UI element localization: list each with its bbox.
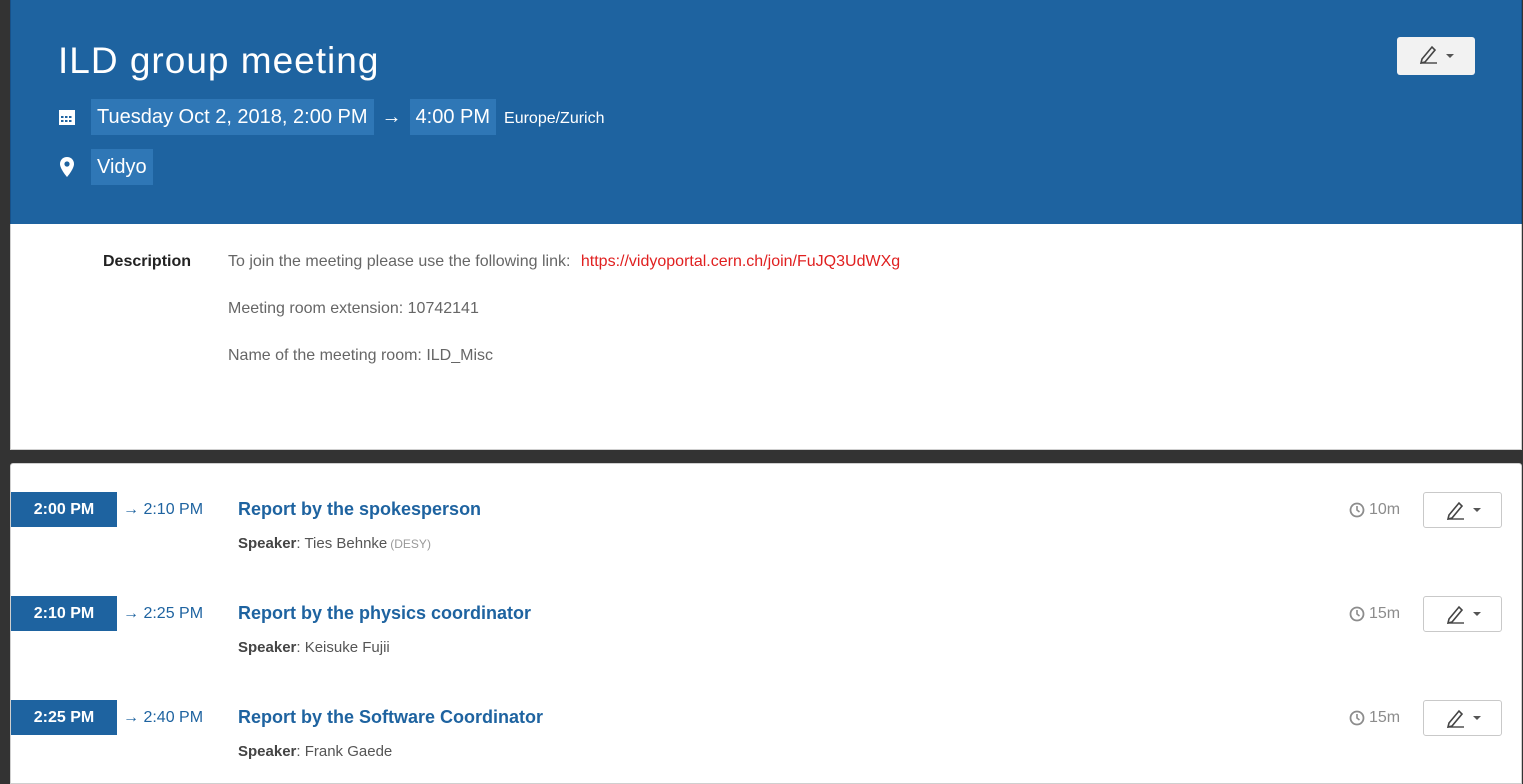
speaker-name: : Frank Gaede — [296, 743, 393, 760]
event-end-time: 4:00 PM — [409, 99, 497, 135]
clock-icon — [1349, 606, 1365, 622]
entry-end-time: → 2:40 PM — [123, 708, 204, 726]
speaker-label: Speaker — [238, 535, 297, 552]
date-arrow: → — [381, 105, 402, 128]
chevron-down-icon — [1446, 54, 1454, 58]
entry-edit-button[interactable] — [1423, 700, 1502, 736]
event-edit-button[interactable] — [1397, 37, 1475, 75]
description-label: Description — [103, 253, 192, 270]
map-marker-icon — [56, 156, 78, 178]
description-panel: Description To join the meeting please u… — [10, 224, 1522, 450]
entry-end-time: → 2:25 PM — [123, 604, 204, 622]
duration-text: 15m — [1369, 709, 1401, 726]
entry-end-time: → 2:10 PM — [123, 500, 204, 518]
entry-duration: 15m — [1349, 704, 1400, 732]
speaker-label: Speaker — [238, 639, 297, 656]
duration-text: 15m — [1369, 605, 1401, 622]
entry-edit-button[interactable] — [1423, 492, 1502, 528]
chevron-down-icon — [1472, 716, 1481, 720]
pencil-icon — [1446, 709, 1464, 728]
join-text: To join the meeting please use the follo… — [228, 253, 571, 270]
pencil-icon — [1418, 44, 1440, 69]
entry-speaker: Speaker: Frank Gaede — [238, 743, 392, 760]
chevron-down-icon — [1472, 508, 1481, 512]
entry-title-link[interactable]: Report by the Software Coordinator — [238, 707, 543, 728]
clock-icon — [1349, 710, 1365, 726]
clock-icon — [1349, 502, 1365, 518]
entry-title-link[interactable]: Report by the spokesperson — [238, 499, 481, 520]
event-title: ILD group meeting — [58, 40, 380, 81]
entry-start-time: 2:00 PM — [11, 492, 117, 527]
event-location[interactable]: Vidyo — [91, 149, 153, 185]
entry-duration: 15m — [1349, 600, 1400, 628]
speaker-label: Speaker — [238, 743, 297, 760]
speaker-name: : Ties Behnke — [296, 535, 388, 552]
event-date-row: Tuesday Oct 2, 2018, 2:00 PM → 4:00 PM E… — [56, 98, 605, 136]
timetable-panel: 2:00 PM → 2:10 PM Report by the spokespe… — [10, 463, 1522, 784]
event-timezone: Europe/Zurich — [504, 110, 605, 127]
event-page: ILD group meeting Tuesday Oct 2, 2018, 2… — [0, 0, 1523, 784]
entry-edit-button[interactable] — [1423, 596, 1502, 632]
entry-duration: 10m — [1349, 496, 1400, 524]
description-line-3: Name of the meeting room: ILD_Misc — [228, 347, 493, 364]
speaker-affiliation: (DESY) — [390, 537, 431, 551]
timetable-entry: 2:00 PM → 2:10 PM Report by the spokespe… — [11, 492, 1523, 572]
event-header: ILD group meeting Tuesday Oct 2, 2018, 2… — [10, 0, 1522, 224]
event-location-row: Vidyo — [56, 149, 153, 185]
entry-speaker: Speaker: Keisuke Fujii — [238, 639, 390, 656]
entry-speaker: Speaker: Ties Behnke (DESY) — [238, 535, 431, 552]
entry-title-link[interactable]: Report by the physics coordinator — [238, 603, 531, 624]
chevron-down-icon — [1472, 612, 1481, 616]
speaker-name: : Keisuke Fujii — [296, 639, 390, 656]
timetable-entry: 2:25 PM → 2:40 PM Report by the Software… — [11, 700, 1523, 780]
calendar-icon — [56, 106, 78, 128]
vidyo-join-link[interactable]: https://vidyoportal.cern.ch/join/FuJQ3Ud… — [581, 253, 900, 270]
event-start-date: Tuesday Oct 2, 2018, 2:00 PM — [91, 99, 374, 135]
pencil-icon — [1446, 605, 1464, 624]
description-line-2: Meeting room extension: 10742141 — [228, 300, 479, 317]
duration-text: 10m — [1369, 501, 1401, 518]
timetable-entry: 2:10 PM → 2:25 PM Report by the physics … — [11, 596, 1523, 676]
description-body: To join the meeting please use the follo… — [228, 253, 900, 394]
entry-start-time: 2:10 PM — [11, 596, 117, 631]
entry-start-time: 2:25 PM — [11, 700, 117, 735]
description-line-1: To join the meeting please use the follo… — [228, 253, 900, 300]
pencil-icon — [1446, 501, 1464, 520]
